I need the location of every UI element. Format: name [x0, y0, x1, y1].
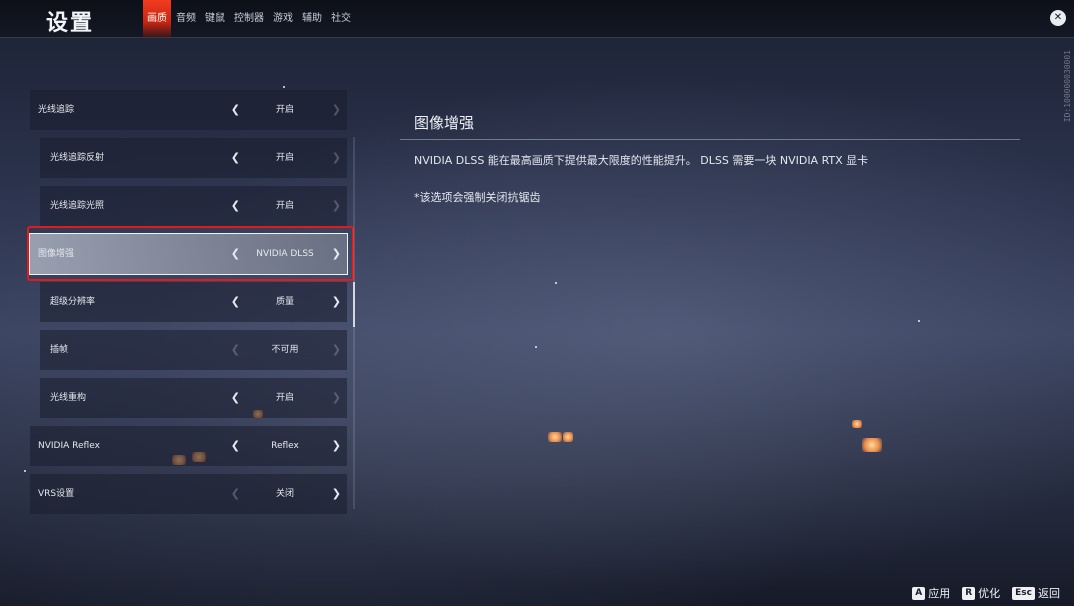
chevron-left-icon[interactable]: ❮	[231, 330, 240, 370]
key-r-icon: R	[962, 586, 976, 600]
setting-label: 光线重构	[50, 393, 87, 403]
sparkle	[555, 282, 557, 284]
chevron-left-icon[interactable]: ❮	[231, 90, 240, 130]
tab-graphics[interactable]: 画质	[143, 0, 171, 37]
tab-social[interactable]: 社交	[327, 0, 355, 37]
setting-label: 插帧	[50, 345, 69, 355]
setting-label: NVIDIA Reflex	[38, 441, 100, 451]
setting-row[interactable]: 光线追踪光照 ❮ 开启 ❯	[40, 186, 347, 226]
setting-label: 超级分辨率	[50, 297, 96, 307]
lantern-light	[852, 420, 862, 428]
tab-bar: 画质 音频 键鼠 控制器 游戏 辅助 社交	[143, 0, 356, 37]
chevron-right-icon[interactable]: ❯	[332, 90, 341, 130]
sparkle	[918, 320, 920, 322]
build-id: ID:100000030001	[1063, 50, 1072, 123]
hint-back-label: 返回	[1038, 587, 1060, 600]
tab-game[interactable]: 游戏	[269, 0, 297, 37]
tab-controller[interactable]: 控制器	[230, 0, 268, 37]
setting-label: VRS设置	[38, 489, 75, 499]
chevron-right-icon[interactable]: ❯	[332, 426, 341, 466]
chevron-left-icon[interactable]: ❮	[231, 378, 240, 418]
hint-apply[interactable]: A 应用	[912, 585, 950, 601]
setting-value: Reflex	[271, 441, 299, 451]
setting-row[interactable]: 光线追踪 ❮ 开启 ❯	[30, 90, 347, 130]
chevron-right-icon[interactable]: ❯	[332, 330, 341, 370]
setting-row[interactable]: 光线重构 ❮ 开启 ❯	[40, 378, 347, 418]
scrollbar[interactable]	[353, 137, 355, 509]
chevron-left-icon[interactable]: ❮	[231, 474, 240, 514]
key-hints: A 应用 R 优化 Esc 返回	[900, 585, 1060, 601]
setting-row[interactable]: VRS设置 ❮ 关闭 ❯	[30, 474, 347, 514]
setting-row[interactable]: NVIDIA Reflex ❮ Reflex ❯	[30, 426, 347, 466]
setting-label: 光线追踪反射	[50, 153, 105, 163]
setting-row[interactable]: 超级分辨率 ❮ 质量 ❯	[40, 282, 347, 322]
chevron-left-icon[interactable]: ❮	[231, 138, 240, 178]
hint-apply-label: 应用	[928, 587, 951, 600]
chevron-right-icon[interactable]: ❯	[332, 474, 341, 514]
selection-highlight-box	[27, 226, 354, 281]
tab-keyboard-mouse[interactable]: 键鼠	[201, 0, 229, 37]
hint-back[interactable]: Esc 返回	[1012, 585, 1060, 601]
setting-label: 光线追踪	[38, 105, 75, 115]
hint-optimize[interactable]: R 优化	[962, 585, 1000, 601]
sparkle	[535, 346, 537, 348]
setting-value: 不可用	[271, 345, 299, 355]
setting-value: 开启	[275, 153, 294, 163]
description-text: NVIDIA DLSS 能在最高画质下提供最大限度的性能提升。 DLSS 需要一…	[414, 154, 869, 167]
chevron-left-icon[interactable]: ❮	[231, 426, 240, 466]
lantern-light	[548, 432, 562, 442]
setting-label: 光线追踪光照	[50, 201, 105, 211]
hint-optimize-label: 优化	[978, 587, 1001, 600]
tab-accessibility[interactable]: 辅助	[298, 0, 326, 37]
setting-value: 开启	[275, 105, 294, 115]
setting-row[interactable]: 光线追踪反射 ❮ 开启 ❯	[40, 138, 347, 178]
key-esc-icon: Esc	[1012, 586, 1035, 600]
description-note: *该选项会强制关闭抗锯齿	[414, 191, 541, 204]
key-a-icon: A	[912, 586, 926, 600]
lantern-light	[862, 438, 882, 452]
scrollbar-thumb[interactable]	[353, 282, 355, 327]
chevron-right-icon[interactable]: ❯	[332, 186, 341, 226]
close-icon[interactable]: ✕	[1050, 10, 1066, 26]
lantern-light	[563, 432, 573, 442]
page-title: 设置	[46, 11, 95, 36]
setting-value: 质量	[275, 297, 294, 307]
top-bar: 设置 画质 音频 键鼠 控制器 游戏 辅助 社交 ✕	[0, 0, 1074, 38]
setting-value: 开启	[275, 201, 294, 211]
chevron-right-icon[interactable]: ❯	[332, 378, 341, 418]
chevron-right-icon[interactable]: ❯	[332, 138, 341, 178]
tab-audio[interactable]: 音频	[172, 0, 200, 37]
setting-value: 关闭	[275, 489, 294, 499]
chevron-right-icon[interactable]: ❯	[332, 282, 341, 322]
setting-value: 开启	[275, 393, 294, 403]
settings-list: 光线追踪 ❮ 开启 ❯ 光线追踪反射 ❮ 开启 ❯ 光线追踪光照 ❮ 开启 ❯ 图像增强 ❮ NVIDIA …	[0, 86, 360, 518]
chevron-left-icon[interactable]: ❮	[231, 186, 240, 226]
description-title: 图像增强	[414, 114, 475, 132]
chevron-left-icon[interactable]: ❮	[231, 282, 240, 322]
description-divider	[400, 139, 1020, 140]
setting-row[interactable]: 插帧 ❮ 不可用 ❯	[40, 330, 347, 370]
